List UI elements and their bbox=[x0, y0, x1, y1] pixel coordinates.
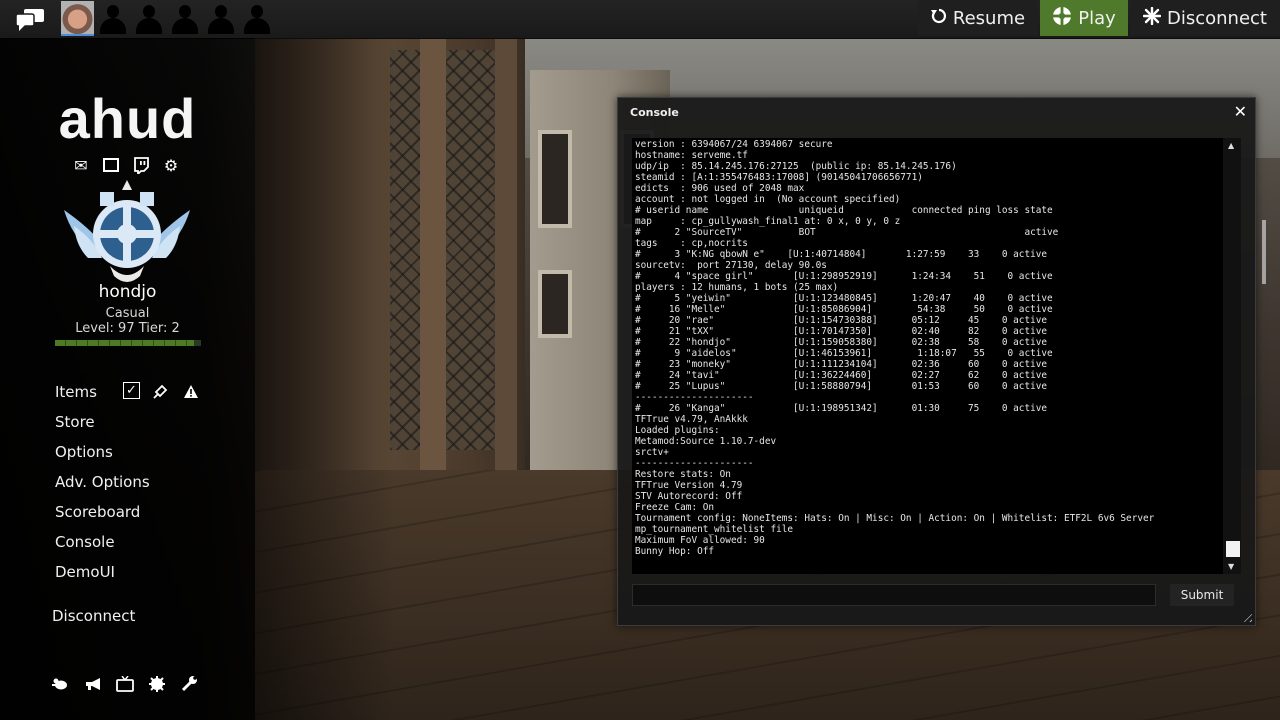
console-scrollbar[interactable]: ▲ ▼ bbox=[1223, 138, 1241, 574]
wooden-beam bbox=[420, 38, 446, 478]
menu-item-label: Store bbox=[55, 413, 95, 431]
shadow bbox=[255, 38, 395, 720]
scroll-down-icon[interactable]: ▼ bbox=[1228, 562, 1234, 571]
disconnect-label: Disconnect bbox=[1167, 7, 1267, 29]
console-output: version : 6394067/24 6394067 secure host… bbox=[632, 138, 1223, 574]
player-mode: Casual bbox=[105, 306, 150, 321]
xp-progress-bar bbox=[55, 340, 201, 346]
wrench-icon[interactable] bbox=[180, 675, 198, 693]
gear-icon[interactable]: ⚙ bbox=[162, 156, 180, 175]
hud-logo: ahud bbox=[58, 87, 197, 150]
scroll-up-icon[interactable]: ▲ bbox=[1228, 141, 1234, 150]
disconnect-icon bbox=[1142, 6, 1162, 30]
social-icons: ✉ ⚙ bbox=[72, 156, 180, 175]
menu-item-label: DemoUI bbox=[55, 563, 115, 581]
menu-item-items[interactable]: Items ✓ bbox=[55, 382, 198, 412]
play-icon bbox=[1052, 5, 1073, 31]
building-window bbox=[538, 130, 572, 228]
empty-party-slot-icon[interactable] bbox=[242, 3, 272, 34]
console-submit-button[interactable]: Submit bbox=[1170, 584, 1234, 606]
console-window[interactable]: Console ✕ version : 6394067/24 6394067 s… bbox=[617, 97, 1256, 626]
wooden-beam bbox=[495, 38, 517, 478]
tv-icon[interactable] bbox=[116, 675, 134, 693]
menu-item-scoreboard[interactable]: Scoreboard bbox=[55, 502, 150, 532]
menu-item-label: Adv. Options bbox=[55, 473, 150, 491]
rank-medal bbox=[60, 180, 194, 288]
items-shortcuts: ✓ bbox=[123, 382, 200, 400]
menu-item-label: Items bbox=[55, 383, 97, 401]
contracts-icon[interactable] bbox=[52, 675, 70, 693]
menu-item-adv-options[interactable]: Adv. Options bbox=[55, 472, 150, 502]
player-level: Level: 97 Tier: 2 bbox=[75, 321, 180, 336]
sidebar-disconnect-button[interactable]: Disconnect bbox=[52, 607, 135, 625]
edge-scroll-indicator bbox=[1262, 220, 1266, 284]
menu-item-store[interactable]: Store bbox=[55, 412, 150, 442]
resize-grip[interactable] bbox=[1240, 610, 1252, 622]
resume-label: Resume bbox=[952, 7, 1026, 29]
main-menu-sidebar: ahud ✉ ⚙ hondjo Casual Level: 97 Tier: 2… bbox=[0, 38, 255, 720]
console-title: Console bbox=[630, 106, 679, 119]
warning-icon[interactable] bbox=[182, 382, 200, 400]
achievements-icon[interactable] bbox=[148, 675, 166, 693]
menu-item-demoui[interactable]: DemoUI bbox=[55, 562, 150, 592]
window-icon[interactable] bbox=[102, 156, 120, 174]
building-window bbox=[538, 270, 572, 338]
megaphone-icon[interactable] bbox=[84, 675, 102, 693]
menu-item-label: Options bbox=[55, 443, 113, 461]
play-label: Play bbox=[1078, 7, 1116, 29]
chat-bubbles-icon[interactable] bbox=[14, 6, 46, 32]
twitch-icon[interactable] bbox=[132, 156, 150, 174]
menu-item-label: Console bbox=[55, 533, 115, 551]
hand-icon[interactable] bbox=[152, 382, 170, 400]
close-icon[interactable]: ✕ bbox=[1234, 104, 1247, 120]
disconnect-button[interactable]: Disconnect bbox=[1130, 0, 1280, 36]
play-button[interactable]: Play bbox=[1040, 0, 1128, 36]
scrollbar-thumb[interactable] bbox=[1226, 541, 1240, 557]
console-command-input[interactable] bbox=[632, 584, 1156, 606]
menu-item-options[interactable]: Options bbox=[55, 442, 150, 472]
top-bar: Resume Play Disconnect bbox=[0, 0, 1280, 39]
menu-item-label: Scoreboard bbox=[55, 503, 141, 521]
xp-progress-fill bbox=[55, 340, 194, 346]
menu-item-console[interactable]: Console bbox=[55, 532, 150, 562]
player-avatar[interactable] bbox=[61, 1, 94, 36]
mail-icon[interactable]: ✉ bbox=[72, 156, 90, 175]
resume-button[interactable]: Resume bbox=[918, 0, 1038, 36]
bottom-tool-icons bbox=[52, 675, 198, 693]
player-name: hondjo bbox=[98, 282, 157, 302]
empty-party-slot-icon[interactable] bbox=[206, 3, 236, 34]
empty-party-slot-icon[interactable] bbox=[134, 3, 164, 34]
main-menu: Items ✓ Store Options Adv. Options Score… bbox=[55, 382, 198, 592]
resume-icon bbox=[930, 8, 947, 29]
empty-party-slot-icon[interactable] bbox=[170, 3, 200, 34]
checkbox-icon[interactable]: ✓ bbox=[123, 382, 140, 399]
console-output-text: version : 6394067/24 6394067 secure host… bbox=[635, 139, 1155, 557]
empty-party-slot-icon[interactable] bbox=[98, 3, 128, 34]
